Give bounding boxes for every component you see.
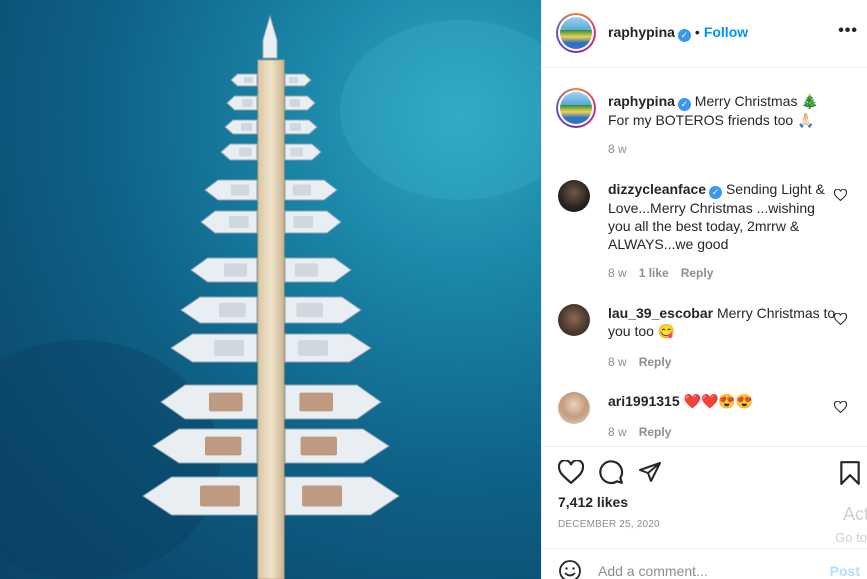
comment-meta: 8 w 1 like Reply — [608, 266, 713, 280]
caption: raphypina ✓ Merry Christmas 🎄 For my BOTE… — [608, 92, 836, 129]
reply-button[interactable]: Reply — [639, 355, 672, 369]
comment-time[interactable]: 8 w — [608, 266, 627, 280]
post-button[interactable]: Post — [830, 563, 860, 579]
comment-username[interactable]: ari1991315 — [608, 393, 680, 409]
heart-icon[interactable] — [834, 313, 847, 325]
comment-text: ❤️❤️😍😍 — [683, 393, 754, 409]
follow-button[interactable]: Follow — [704, 24, 748, 40]
caption-time[interactable]: 8 w — [608, 142, 627, 156]
likes-count[interactable]: 7,412 likes — [558, 494, 628, 510]
comment-3: ari1991315 ❤️❤️😍😍 — [608, 392, 836, 410]
reply-button[interactable]: Reply — [639, 425, 672, 439]
post-date[interactable]: DECEMBER 25, 2020 — [558, 519, 660, 530]
comment-likes[interactable]: 1 like — [639, 266, 669, 280]
reply-button[interactable]: Reply — [681, 266, 714, 280]
watermark-line-1: Acti — [842, 504, 867, 524]
post-panel: raphypina ✓ • Follow ••• raphypina ✓ Merry C… — [541, 0, 867, 579]
commenter-avatar[interactable] — [558, 304, 590, 336]
heart-icon[interactable] — [834, 189, 847, 201]
add-comment-input[interactable]: Add a comment... — [598, 563, 708, 579]
caption-avatar[interactable] — [556, 88, 596, 128]
commenter-avatar[interactable] — [558, 392, 590, 424]
comment-username[interactable]: lau_39_escobar — [608, 305, 713, 321]
commenter-avatar[interactable] — [558, 180, 590, 212]
verified-badge-icon: ✓ — [677, 98, 691, 111]
comment-meta: 8 w Reply — [608, 355, 671, 369]
more-options-icon[interactable]: ••• — [838, 22, 858, 40]
comment-time[interactable]: 8 w — [608, 425, 627, 439]
post-image[interactable] — [0, 0, 541, 579]
post-header: raphypina ✓ • Follow ••• — [542, 0, 867, 68]
header-username[interactable]: raphypina — [608, 24, 675, 40]
emoji-icon[interactable] — [558, 559, 582, 579]
watermark-line-2: Go to — [835, 530, 867, 545]
verified-badge-icon: ✓ — [677, 29, 691, 42]
actions-divider — [542, 446, 867, 447]
comment-meta: 8 w Reply — [608, 425, 671, 439]
like-heart-icon[interactable] — [558, 460, 584, 484]
heart-icon[interactable] — [834, 401, 847, 413]
header-user-row: raphypina ✓ • Follow — [608, 24, 748, 42]
comment-icon[interactable] — [598, 459, 624, 485]
comment-2: lau_39_escobar Merry Christmas to you to… — [608, 304, 836, 340]
separator-dot: • — [694, 24, 700, 40]
author-avatar[interactable] — [556, 13, 596, 53]
add-comment-bar: Add a comment... Post — [542, 548, 867, 579]
share-icon[interactable] — [638, 460, 662, 484]
comment-time[interactable]: 8 w — [608, 355, 627, 369]
verified-badge-icon: ✓ — [709, 186, 723, 199]
boats-christmas-tree-image — [0, 14, 541, 579]
comment-1: dizzycleanface ✓ Sending Light & Love...M… — [608, 180, 836, 253]
bookmark-icon[interactable] — [839, 460, 861, 486]
comment-username[interactable]: dizzycleanface — [608, 181, 706, 197]
caption-username[interactable]: raphypina — [608, 93, 675, 109]
